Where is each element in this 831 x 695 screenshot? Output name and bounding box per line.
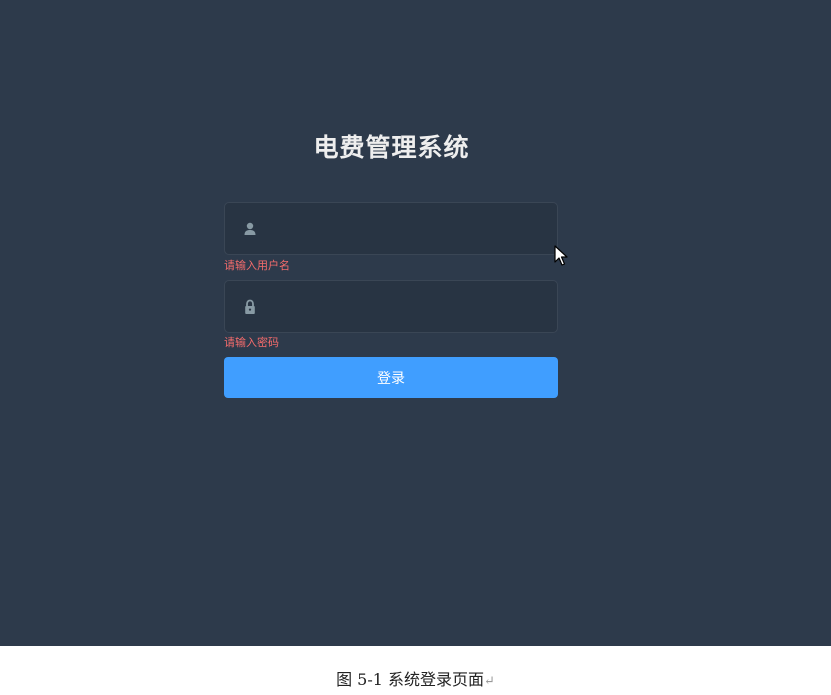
password-field[interactable] [224,280,558,334]
password-input[interactable] [269,281,553,334]
page-title: 电费管理系统 [313,133,470,162]
username-error: 请输入用户名 [224,259,290,272]
login-screen: 电费管理系统 请输入用户名 请输入密码 登录 [0,0,831,646]
username-input[interactable] [269,203,553,256]
password-error: 请输入密码 [224,336,279,349]
caption-text: 图 5-1 系统登录页面 [336,670,485,689]
lock-icon [245,299,255,314]
user-icon [244,222,256,235]
paragraph-mark: ↵ [484,674,495,689]
figure-caption: 图 5-1 系统登录页面↵ [0,666,831,690]
mouse-cursor-icon [554,245,568,266]
username-field[interactable] [224,202,558,256]
login-button[interactable]: 登录 [224,357,558,398]
